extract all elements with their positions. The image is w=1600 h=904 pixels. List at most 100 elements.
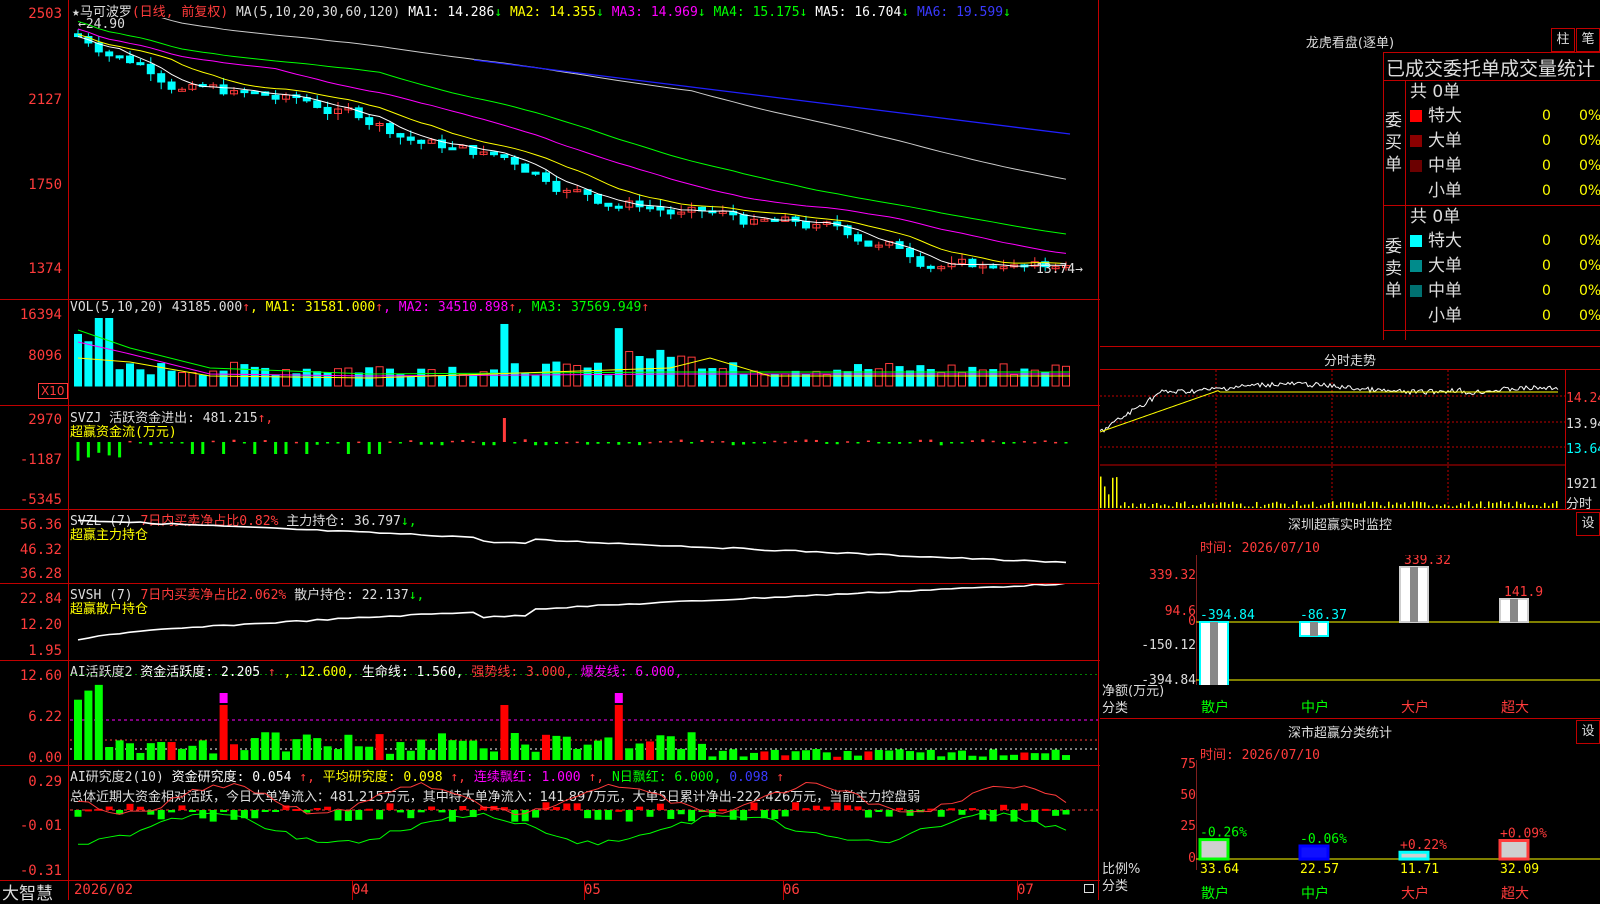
activity-bar [791, 751, 800, 760]
activity-bar [1062, 755, 1070, 760]
intraday-volume-bar [1148, 506, 1150, 508]
research-bar [209, 810, 217, 822]
trend-arrow: ↑ [375, 300, 384, 315]
bar-mode-button[interactable]: 柱 [1551, 28, 1575, 52]
candle [126, 55, 134, 64]
candle [739, 214, 748, 225]
research-bar [521, 810, 529, 822]
svzl-chart[interactable] [70, 510, 1098, 582]
research-bar [324, 806, 332, 810]
category-label: 超大 [1501, 700, 1529, 716]
y-tick: 46.32 [19, 542, 62, 558]
stats-header: 已成交委托单成交量统计 [1386, 58, 1596, 80]
intraday-volume-bar [1308, 504, 1310, 508]
activity-bar [770, 749, 779, 760]
research-bar [292, 809, 300, 812]
monitor-time: 时间: 2026/07/10 [1200, 541, 1320, 556]
app-logo: 大智慧 [2, 884, 53, 904]
intraday-volume-bar [1116, 477, 1118, 508]
chart-area[interactable]: ★马可波罗(日线, 前复权) MA(5,10,20,30,60,120) MA1… [0, 0, 1100, 904]
volume-bar [406, 375, 415, 387]
intraday-volume-bar [1404, 502, 1406, 508]
order-row: 中单 [1410, 279, 1462, 303]
ai-activity-chart[interactable] [70, 674, 1098, 764]
ai-research-chart[interactable] [70, 766, 1098, 880]
activity-bar [334, 749, 342, 760]
lock-icon[interactable] [1084, 884, 1094, 893]
intraday-volume-bar [1532, 504, 1534, 508]
volume-bar [885, 363, 894, 387]
intraday-volume-bar [1316, 506, 1318, 508]
sell-total: 共 0单 [1410, 207, 1461, 227]
activity-bar [729, 749, 738, 760]
activity-bar [219, 705, 228, 760]
legend-swatch-icon [1410, 260, 1422, 272]
volume-bar [490, 369, 498, 387]
y-tick: 8096 [28, 348, 62, 364]
research-bar [220, 810, 228, 812]
research-bar [719, 809, 727, 812]
activity-bar [458, 740, 467, 760]
monitor-value-label: 141.9 [1504, 585, 1543, 600]
flow-bar [263, 440, 267, 442]
flow-bar [138, 442, 142, 444]
order-size-label: 中单 [1428, 156, 1462, 176]
flow-bar [201, 442, 205, 454]
flow-bar [86, 442, 90, 458]
activity-bar [375, 734, 384, 760]
order-count: 0 [1542, 108, 1551, 124]
trend-arrow: ↑ [508, 300, 517, 315]
intraday-volume-bar [1124, 502, 1126, 508]
volume-bar [115, 369, 124, 387]
intraday-volume-bar [1264, 504, 1266, 508]
activity-bar [479, 748, 488, 760]
candle [802, 220, 810, 229]
classify-bar [1398, 850, 1430, 861]
svsh-chart[interactable] [70, 584, 1098, 659]
flow-bar [721, 441, 725, 443]
intraday-volume-bar [1540, 506, 1542, 508]
svzj-chart[interactable] [70, 406, 1098, 508]
research-bar [344, 810, 352, 821]
candlestick-chart[interactable] [70, 18, 1098, 298]
intraday-volume-bar [1440, 506, 1442, 508]
intraday-volume-bar [1464, 504, 1466, 508]
intraday-volume-bar [1456, 505, 1458, 508]
monitor-settings-button[interactable]: 设 [1576, 512, 1600, 536]
research-bar [313, 807, 321, 810]
flow-bar [409, 440, 413, 442]
classify-settings-button[interactable]: 设 [1576, 720, 1600, 744]
order-count: 0 [1542, 158, 1551, 174]
activity-bar [500, 705, 509, 760]
research-bar [750, 802, 758, 810]
monitor-bar-chart[interactable]: -394.84 -86.37 339.32 141.9 [1196, 555, 1600, 685]
pen-mode-button[interactable]: 笔 [1576, 28, 1600, 52]
volume-chart[interactable] [70, 318, 1098, 404]
flow-bar [274, 442, 278, 454]
flow-bar [398, 442, 402, 444]
flow-bar [232, 439, 236, 442]
activity-bar [209, 753, 218, 760]
flow-bar [97, 442, 101, 453]
research-bar [1000, 804, 1008, 810]
classify-bar-chart[interactable]: -0.26% 33.64 -0.06% 22.57 +0.22% 11.71 +0.09% 3… [1196, 760, 1600, 880]
activity-bar [542, 734, 550, 760]
research-bar [376, 810, 384, 820]
intraday-volume-bar [1180, 503, 1182, 508]
volume-bar [718, 368, 727, 387]
flow-bar [336, 442, 340, 444]
order-row: 小单 [1410, 304, 1462, 328]
flow-bar [76, 442, 80, 461]
candle [354, 107, 363, 119]
y-tick: 12.20 [19, 617, 62, 633]
order-count: 0 [1542, 283, 1551, 299]
intraday-volume-bar [1200, 504, 1202, 508]
y-tick: 13.94 [1566, 417, 1600, 432]
research-bar [802, 808, 810, 811]
flow-bar [648, 441, 652, 444]
activity-bar [313, 738, 322, 760]
volume-bar [417, 368, 426, 387]
intraday-chart[interactable] [1100, 370, 1565, 510]
intraday-volume-bar [1420, 502, 1422, 508]
flow-bar [856, 442, 860, 444]
